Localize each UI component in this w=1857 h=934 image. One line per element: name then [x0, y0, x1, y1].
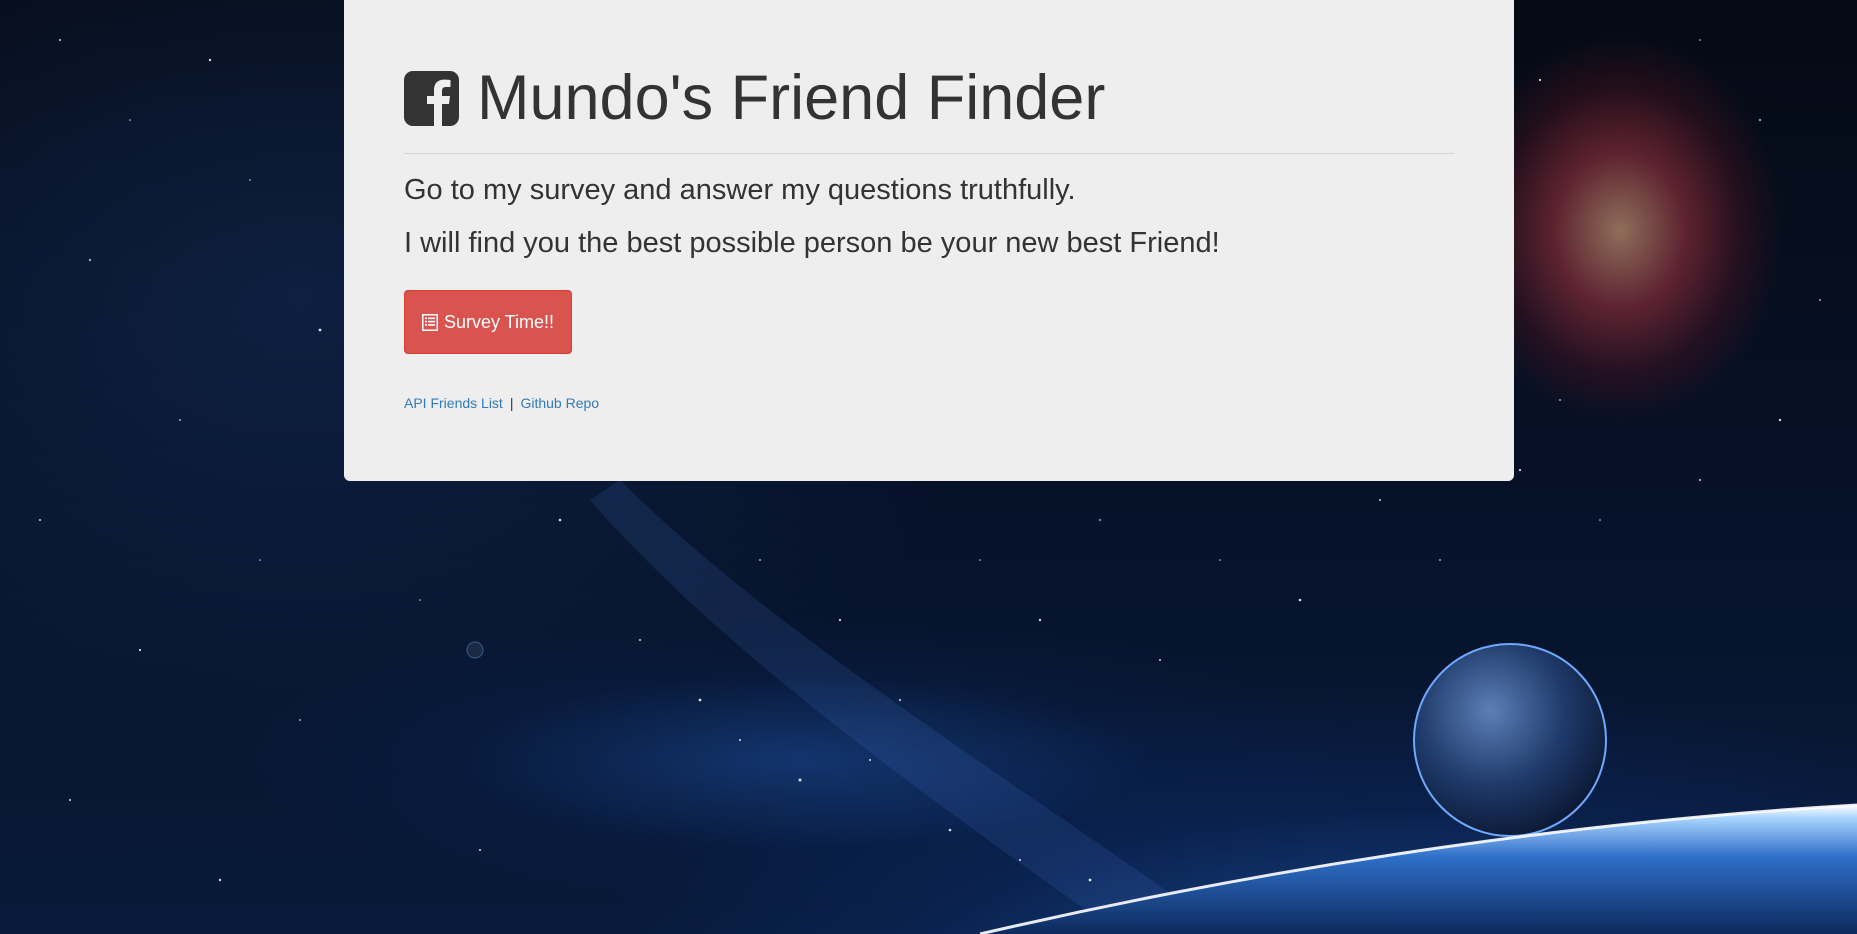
lead-text-friend: I will find you the best possible person… — [404, 227, 1220, 259]
survey-button-label: Survey Time!! — [443, 311, 555, 332]
footer-links: API Friends List | Github Repo — [404, 395, 599, 411]
api-friends-list-link[interactable]: API Friends List — [404, 395, 503, 411]
survey-button[interactable]: Survey Time!! — [404, 290, 572, 354]
page-title-text: Mundo's Friend Finder — [477, 63, 1106, 133]
github-repo-link[interactable]: Github Repo — [520, 395, 599, 411]
lead-text-survey: Go to my survey and answer my questions … — [404, 174, 1076, 206]
link-separator: | — [509, 395, 514, 411]
page-title: Mundo's Friend Finder — [404, 62, 1105, 134]
list-alt-icon — [421, 313, 438, 331]
facebook-square-icon — [404, 70, 459, 126]
jumbotron-panel: Mundo's Friend Finder Go to my survey an… — [344, 0, 1514, 481]
divider — [404, 153, 1454, 154]
